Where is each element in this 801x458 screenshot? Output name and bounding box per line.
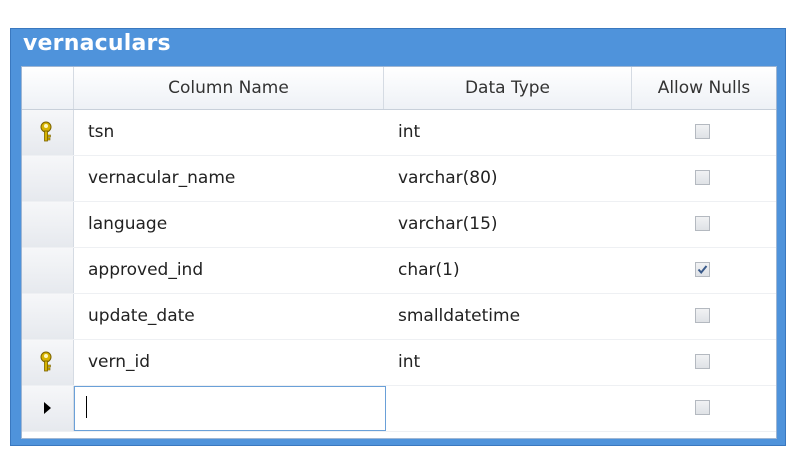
- column-name-input[interactable]: [74, 386, 386, 431]
- table-row[interactable]: tsn int: [22, 110, 776, 156]
- allow-nulls-cell: [632, 156, 776, 201]
- column-name-cell[interactable]: approved_ind: [74, 248, 384, 293]
- row-selector[interactable]: [22, 386, 74, 431]
- row-selector[interactable]: [22, 110, 74, 155]
- row-selector[interactable]: [22, 340, 74, 385]
- column-name-cell[interactable]: tsn: [74, 110, 384, 155]
- allow-nulls-header[interactable]: Allow Nulls: [632, 67, 776, 109]
- row-selector-header[interactable]: [22, 67, 74, 109]
- allow-nulls-cell: [632, 294, 776, 339]
- table-row[interactable]: update_date smalldatetime: [22, 294, 776, 340]
- new-table-row[interactable]: [22, 386, 776, 432]
- column-name-cell[interactable]: language: [74, 202, 384, 247]
- key-icon: [40, 351, 52, 372]
- column-name-cell[interactable]: update_date: [74, 294, 384, 339]
- allow-nulls-cell: [632, 248, 776, 293]
- allow-nulls-checkbox[interactable]: [695, 308, 710, 323]
- column-name-cell[interactable]: vern_id: [74, 340, 384, 385]
- allow-nulls-checkbox-checked[interactable]: [695, 262, 710, 277]
- row-selector[interactable]: [22, 294, 74, 339]
- row-pointer-arrow-icon: [44, 402, 51, 414]
- table-row[interactable]: vern_id int: [22, 340, 776, 386]
- allow-nulls-checkbox[interactable]: [695, 400, 710, 415]
- grid-header: Column Name Data Type Allow Nulls: [22, 67, 776, 110]
- allow-nulls-checkbox[interactable]: [695, 354, 710, 369]
- data-type-cell[interactable]: int: [384, 110, 632, 155]
- column-name-cell[interactable]: vernacular_name: [74, 156, 384, 201]
- allow-nulls-cell: [632, 110, 776, 155]
- table-title: vernaculars: [23, 31, 171, 56]
- row-selector[interactable]: [22, 248, 74, 293]
- table-designer-window: vernaculars Column Name Data Type Allow …: [10, 28, 786, 446]
- allow-nulls-cell: [632, 202, 776, 247]
- table-row[interactable]: approved_ind char(1): [22, 248, 776, 294]
- data-type-cell[interactable]: int: [384, 340, 632, 385]
- allow-nulls-checkbox[interactable]: [695, 124, 710, 139]
- key-icon: [40, 121, 52, 142]
- allow-nulls-checkbox[interactable]: [695, 216, 710, 231]
- data-type-cell[interactable]: varchar(15): [384, 202, 632, 247]
- checkmark-icon: [697, 265, 708, 275]
- data-type-cell[interactable]: varchar(80): [384, 156, 632, 201]
- table-row[interactable]: vernacular_name varchar(80): [22, 156, 776, 202]
- data-type-cell[interactable]: char(1): [384, 248, 632, 293]
- data-type-header[interactable]: Data Type: [384, 67, 632, 109]
- allow-nulls-cell: [632, 340, 776, 385]
- column-name-header[interactable]: Column Name: [74, 67, 384, 109]
- table-row[interactable]: language varchar(15): [22, 202, 776, 248]
- allow-nulls-cell: [632, 386, 776, 431]
- row-selector[interactable]: [22, 202, 74, 247]
- columns-grid: Column Name Data Type Allow Nulls tsn in…: [21, 66, 777, 439]
- data-type-cell[interactable]: [384, 386, 632, 431]
- row-selector[interactable]: [22, 156, 74, 201]
- text-caret: [86, 396, 87, 418]
- data-type-cell[interactable]: smalldatetime: [384, 294, 632, 339]
- allow-nulls-checkbox[interactable]: [695, 170, 710, 185]
